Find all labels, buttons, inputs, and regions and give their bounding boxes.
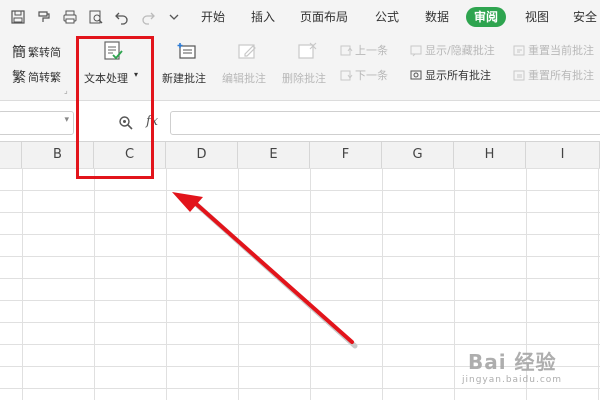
text-processing-icon: [104, 41, 123, 60]
text-processing-button[interactable]: 文本处理 ▾: [82, 38, 144, 88]
reset-all-comments-button[interactable]: 重置所有批注: [513, 67, 594, 83]
column-header-g[interactable]: G: [382, 142, 454, 168]
next-comment-label: 下一条: [355, 69, 388, 82]
trad-to-simp-label: 繁转简: [28, 46, 61, 59]
group-expand-icon[interactable]: ⌟: [64, 86, 68, 95]
column-headers: B C D E F G H I: [0, 141, 600, 169]
menu-review[interactable]: 审阅: [466, 7, 507, 27]
edit-comment-button[interactable]: 编辑批注: [220, 38, 276, 88]
menu-data[interactable]: 数据: [425, 9, 449, 25]
column-header-i[interactable]: I: [526, 142, 600, 168]
formula-input[interactable]: [170, 111, 600, 135]
show-all-comments-icon: [410, 70, 422, 79]
column-header-f[interactable]: F: [310, 142, 382, 168]
undo-icon[interactable]: [114, 9, 130, 25]
fx-label[interactable]: fx: [146, 114, 158, 129]
simp-to-trad-icon: 繁: [12, 70, 26, 86]
show-hide-comment-icon: [410, 45, 422, 56]
redo-icon[interactable]: [140, 9, 156, 25]
menu-insert[interactable]: 插入: [251, 9, 275, 25]
trad-to-simp-button[interactable]: 簡 繁转简: [12, 42, 61, 62]
show-hide-comment-label: 显示/隐藏批注: [425, 44, 495, 57]
next-comment-icon: [340, 70, 353, 80]
column-header-b[interactable]: B: [22, 142, 94, 168]
previous-comment-icon: [340, 45, 353, 55]
delete-comment-label: 删除批注: [282, 72, 326, 85]
edit-comment-label: 编辑批注: [222, 72, 266, 85]
delete-comment-button[interactable]: 删除批注: [280, 38, 336, 88]
new-comment-button[interactable]: 新建批注: [160, 38, 216, 88]
title-menu-bar: 开始 插入 页面布局 公式 数据 审阅 视图 安全: [0, 0, 600, 34]
previous-comment-label: 上一条: [355, 44, 388, 57]
show-all-comments-label: 显示所有批注: [425, 69, 491, 82]
text-processing-label: 文本处理: [84, 72, 128, 85]
column-header-c[interactable]: C: [94, 142, 166, 168]
print-preview-icon[interactable]: [88, 9, 104, 25]
watermark: Bai 经验 jingyan.baidu.com: [448, 344, 588, 392]
name-box[interactable]: ▾: [0, 111, 74, 135]
formula-bar: ▾ fx: [0, 108, 600, 138]
watermark-main-text: Bai 经验: [468, 350, 557, 374]
show-hide-comment-button[interactable]: 显示/隐藏批注: [410, 42, 495, 58]
simp-to-trad-label: 简转繁: [28, 71, 61, 84]
menu-page-layout[interactable]: 页面布局: [300, 9, 348, 25]
simp-to-trad-button[interactable]: 繁 简转繁: [12, 67, 61, 87]
menu-formulas[interactable]: 公式: [375, 9, 399, 25]
column-header-e[interactable]: E: [238, 142, 310, 168]
watermark-sub-text: jingyan.baidu.com: [462, 375, 563, 385]
menu-security[interactable]: 安全: [573, 9, 597, 25]
save-icon[interactable]: [10, 9, 26, 25]
next-comment-button[interactable]: 下一条: [340, 67, 388, 83]
column-header-a-partial[interactable]: [0, 142, 22, 168]
reset-current-comment-label: 重置当前批注: [528, 44, 594, 57]
text-processing-dropdown-icon: ▾: [134, 70, 139, 79]
trad-to-simp-icon: 簡: [12, 45, 26, 61]
menu-start[interactable]: 开始: [201, 9, 225, 25]
zoom-formula-icon[interactable]: [118, 115, 134, 131]
reset-current-comment-icon: [513, 45, 525, 55]
show-all-comments-button[interactable]: 显示所有批注: [410, 67, 491, 83]
review-ribbon: 簡 繁转简 繁 简转繁 ⌟ 文本处理 ▾ 新建批注 编辑批注 删除批注 上一条 …: [0, 34, 600, 101]
column-header-h[interactable]: H: [454, 142, 526, 168]
menu-view[interactable]: 视图: [525, 9, 549, 25]
previous-comment-button[interactable]: 上一条: [340, 42, 388, 58]
new-comment-label: 新建批注: [162, 72, 206, 85]
delete-comment-icon: [298, 42, 317, 59]
print-icon[interactable]: [62, 9, 78, 25]
format-painter-icon[interactable]: [36, 9, 52, 25]
new-comment-icon: [177, 43, 196, 59]
reset-current-comment-button[interactable]: 重置当前批注: [513, 42, 594, 58]
customize-toolbar-chevron-icon[interactable]: [166, 9, 182, 25]
reset-all-comments-label: 重置所有批注: [528, 69, 594, 82]
edit-comment-icon: [238, 44, 256, 59]
name-box-dropdown-icon[interactable]: ▾: [64, 115, 69, 125]
spreadsheet-app: 开始 插入 页面布局 公式 数据 审阅 视图 安全 簡 繁转简 繁 简转繁 ⌟ …: [0, 0, 600, 400]
reset-all-comments-icon: [513, 70, 525, 80]
column-header-d[interactable]: D: [166, 142, 238, 168]
